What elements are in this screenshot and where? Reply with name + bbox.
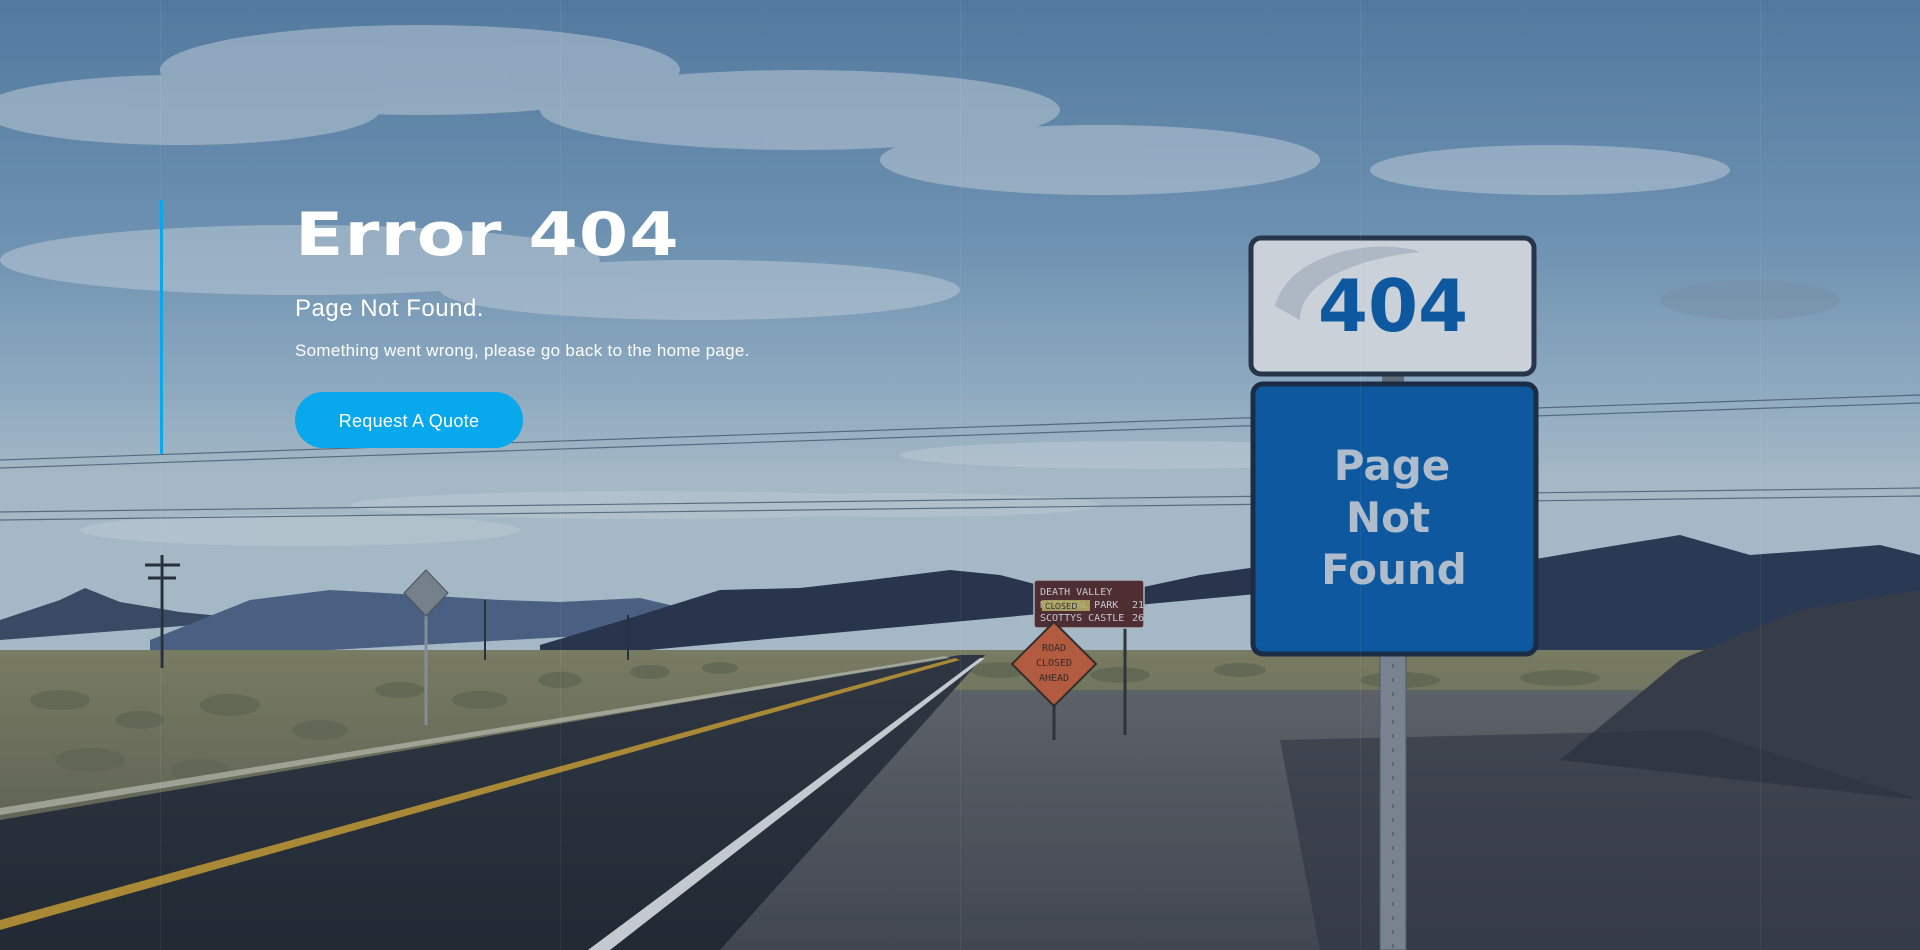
accent-bar: [160, 200, 163, 454]
grid-guide-line: [960, 0, 961, 950]
grid-guide-line: [1360, 0, 1361, 950]
grid-guide-line: [160, 0, 161, 950]
page-subtitle: Page Not Found.: [295, 295, 484, 322]
request-a-quote-button[interactable]: Request A Quote: [295, 392, 523, 448]
page-title: Error 404: [295, 200, 680, 270]
error-404-page: DEATH VALLEY NATIONAL PARK 21 SCOTTYS CA…: [0, 0, 1920, 950]
grid-guide-line: [560, 0, 561, 950]
grid-guide-line: [1760, 0, 1761, 950]
hero-content: Error 404 Page Not Found. Something went…: [295, 200, 995, 448]
page-description: Something went wrong, please go back to …: [295, 341, 750, 360]
